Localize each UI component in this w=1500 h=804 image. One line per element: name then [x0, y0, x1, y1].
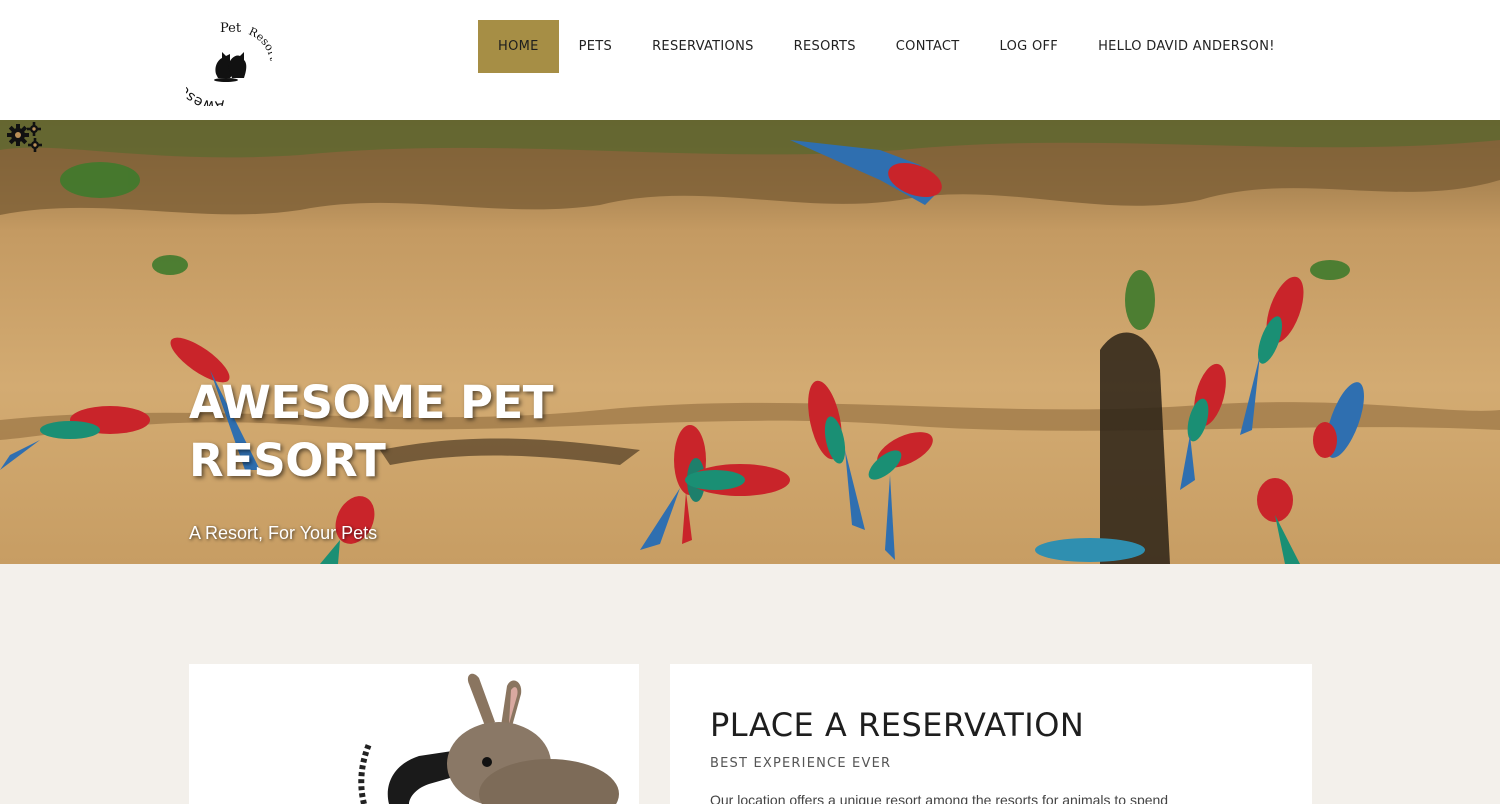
- svg-text:Resort: Resort: [247, 25, 272, 63]
- settings-gear-icon[interactable]: [6, 120, 44, 154]
- hero-background-image: [0, 120, 1500, 564]
- logo-text-pet: Pet: [220, 21, 242, 36]
- nav-home[interactable]: HOME: [478, 20, 559, 73]
- pet-silhouette-icon: [214, 52, 247, 82]
- logo-text-resort: Resort: [247, 25, 272, 63]
- reservation-card: PLACE A RESERVATION BEST EXPERIENCE EVER…: [670, 664, 1312, 804]
- nav-pets[interactable]: PETS: [559, 20, 632, 73]
- rabbit-phone-image: [189, 664, 639, 804]
- nav-resorts[interactable]: RESORTS: [774, 20, 876, 73]
- nav-user-greeting[interactable]: HELLO DAVID ANDERSON!: [1078, 20, 1295, 73]
- reservation-subtitle: BEST EXPERIENCE EVER: [710, 756, 892, 771]
- parrot-icon: [1035, 538, 1145, 562]
- nav-reservations[interactable]: RESERVATIONS: [632, 20, 774, 73]
- nav-log-off[interactable]: LOG OFF: [980, 20, 1079, 73]
- logo[interactable]: Awesome Pet Resort: [186, 16, 272, 106]
- nav-contact[interactable]: CONTACT: [876, 20, 980, 73]
- reservation-title: PLACE A RESERVATION: [710, 706, 1085, 744]
- hero-title: AWESOME PET RESORT: [189, 376, 553, 487]
- hero-banner: AWESOME PET RESORT A Resort, For Your Pe…: [0, 120, 1500, 564]
- reservation-body-text: Our location offers a unique resort amon…: [710, 792, 1169, 804]
- site-header: Awesome Pet Resort HOME PETS RESERVATION…: [0, 0, 1500, 120]
- reservation-image-card: [189, 664, 639, 804]
- hero-subtitle: A Resort, For Your Pets: [189, 523, 378, 543]
- main-nav: HOME PETS RESERVATIONS RESORTS CONTACT L…: [478, 20, 1295, 73]
